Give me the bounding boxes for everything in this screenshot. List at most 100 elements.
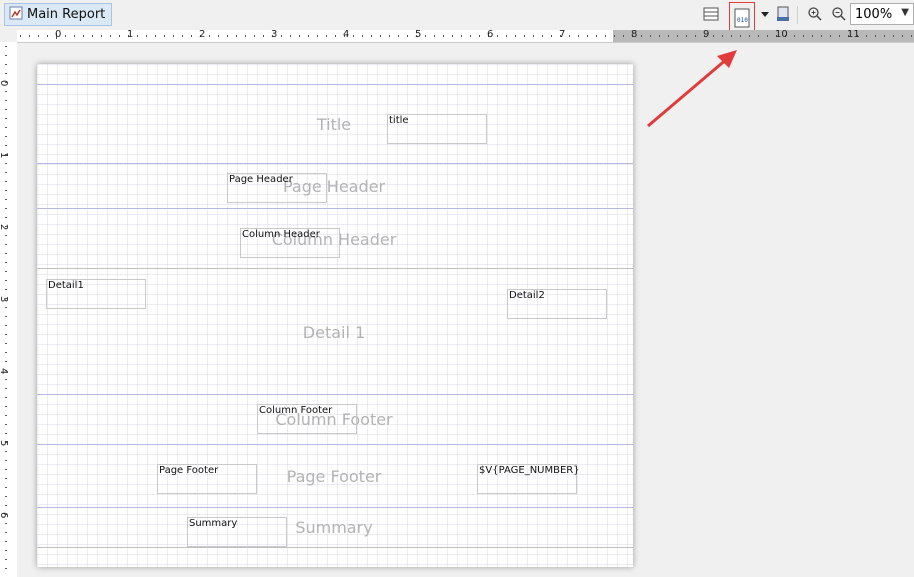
ruler-tick [5,379,7,380]
dropdown-arrow-icon[interactable] [755,4,775,24]
ruler-tick [398,35,399,37]
field-page-number[interactable]: $V{PAGE_NUMBER} [477,464,580,494]
ruler-tick [5,424,7,425]
ruler-tick [686,35,687,37]
ruler-tick [5,253,7,254]
ruler-tick [839,35,840,37]
ruler-tick [5,91,7,92]
ruler-tick [659,35,660,37]
report-icon [9,6,23,24]
ruler-tick [173,35,174,37]
ruler-tick [767,35,768,37]
ruler-tick [218,35,219,37]
ruler-label: 8 [631,29,638,40]
band-divider[interactable] [37,547,633,548]
ruler-tick [5,352,7,353]
ruler-tick [5,505,7,506]
zoom-value: 100% [855,6,893,22]
ruler-tick [5,208,7,209]
ruler-tick [74,35,75,37]
field-detail1[interactable]: Detail1 [46,279,146,309]
ruler-tick [5,334,7,335]
ruler-tick [5,568,7,569]
ruler-tick [740,35,741,37]
zoom-in-icon[interactable] [805,4,825,24]
report-page[interactable]: Title Page Header Column Header Detail 1… [37,64,633,567]
ruler-tick [5,163,7,164]
ruler-tick [5,397,7,398]
ruler-tick [641,35,642,37]
ruler-tick [5,172,7,173]
ruler-label: 0 [55,29,62,40]
ruler-label: 3 [0,296,9,302]
zoom-out-icon[interactable] [829,4,849,24]
ruler-label: 9 [703,29,710,40]
ruler-tick [713,35,714,37]
band-divider[interactable] [37,208,633,209]
ruler-tick [650,35,651,37]
ruler-tick [5,415,7,416]
ruler-tick [326,35,327,37]
zoom-select[interactable]: 100% ▼ [850,3,914,25]
ruler-tick [5,433,7,434]
ruler-tick [236,35,237,37]
field-page-footer[interactable]: Page Footer [157,464,257,494]
field-page-header[interactable]: Page Header [227,173,327,203]
ruler-tick [281,35,282,37]
ruler-tick [5,541,7,542]
export-icon[interactable] [773,4,793,24]
show-xml-icon: 010 [734,8,750,28]
ruler-tick [5,217,7,218]
ruler-tick [5,235,7,236]
field-detail2[interactable]: Detail2 [507,289,607,319]
svg-text:010: 010 [737,17,748,24]
ruler-tick [65,35,66,37]
ruler-tick [308,35,309,37]
ruler-tick [623,35,624,37]
field-title[interactable]: title [387,114,487,144]
ruler-tick [479,35,480,37]
ruler-tick [5,262,7,263]
ruler-tick [452,35,453,37]
ruler-tick [155,35,156,37]
ruler-tick [5,406,7,407]
ruler-tick [695,35,696,37]
field-column-header[interactable]: Column Header [240,228,340,258]
ruler-tick [254,35,255,37]
ruler-label: 7 [559,29,566,40]
ruler-tick [290,35,291,37]
ruler-label: 11 [847,29,860,40]
ruler-tick [362,35,363,37]
ruler-tick [182,35,183,37]
band-divider[interactable] [37,444,633,445]
band-divider[interactable] [37,507,633,508]
ruler-tick [29,35,30,37]
ruler-tick [5,127,7,128]
ruler-label: 2 [0,224,9,230]
ruler-tick [407,35,408,37]
ruler-tick [83,35,84,37]
toolbar-separator [797,6,798,24]
ruler-tick [5,73,7,74]
band-label-detail: Detail 1 [302,323,366,342]
ruler-tick [5,199,7,200]
band-layout-icon[interactable] [701,4,721,24]
ruler-tick [5,523,7,524]
ruler-tick [5,478,7,479]
band-divider[interactable] [37,268,633,269]
ruler-tick [425,35,426,37]
horizontal-ruler-ticks: 0 1 2 3 4 5 6 7 8 9 10 11 [0,29,914,42]
main-report-tab[interactable]: Main Report [4,3,113,26]
band-divider[interactable] [37,394,633,395]
field-column-footer[interactable]: Column Footer [257,404,357,434]
field-summary[interactable]: Summary [187,517,287,547]
ruler-tick [578,35,579,37]
ruler-tick [5,469,7,470]
ruler-label: 4 [343,29,350,40]
ruler-tick [596,35,597,37]
ruler-tick [5,361,7,362]
ruler-tick [497,35,498,37]
band-divider[interactable] [37,163,633,164]
ruler-tick [5,55,7,56]
band-label-title: Title [316,115,352,134]
